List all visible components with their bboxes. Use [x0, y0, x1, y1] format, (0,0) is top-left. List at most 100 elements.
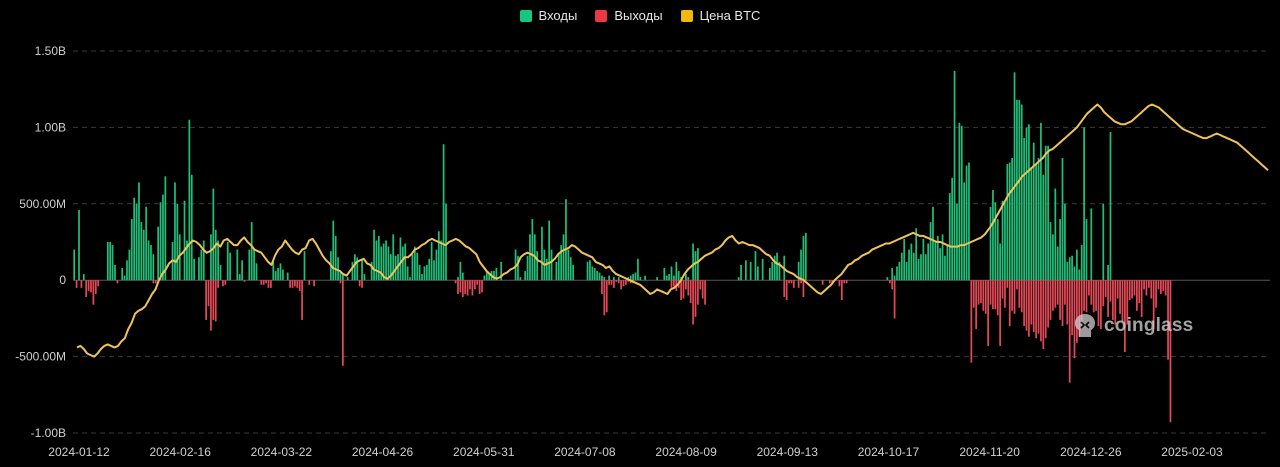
inflow-bar	[608, 275, 610, 281]
inflow-bar	[1078, 269, 1081, 281]
outflow-bar	[214, 280, 217, 322]
outflow-bar	[970, 280, 973, 363]
legend-label-btc-price: Цена BTC	[699, 8, 761, 23]
outflow-bar	[361, 280, 363, 288]
outflow-bar	[685, 280, 687, 290]
outflow-bar	[469, 280, 471, 290]
inflow-bar	[152, 254, 155, 281]
outflow-bar	[1157, 280, 1160, 290]
legend-item-inflows[interactable]: Входы	[519, 8, 577, 23]
inflow-bar	[176, 203, 179, 281]
inflow-bar	[159, 202, 162, 281]
inflow-bar	[111, 245, 114, 281]
outflow-bar	[454, 280, 457, 284]
outflow-bar	[680, 280, 682, 301]
outflow-bar	[265, 280, 267, 284]
outflow-bar	[975, 280, 978, 330]
inflow-bar	[202, 240, 205, 281]
outflow-bar	[704, 280, 706, 305]
outflow-bar	[1085, 280, 1088, 313]
inflow-bar	[960, 125, 963, 281]
y-axis-ticks: 1.50B 1.00B 500.00M 0 -500.00M -1.00B	[15, 44, 66, 440]
inflow-bar	[150, 245, 152, 281]
outflow-bar	[1147, 280, 1150, 288]
outflow-bar	[87, 280, 90, 291]
inflow-bar	[1011, 157, 1013, 281]
inflow-bar	[776, 252, 778, 281]
outflow-bar	[783, 280, 786, 298]
outflow-bar	[1037, 280, 1040, 334]
inflow-bar	[1035, 164, 1037, 281]
inflow-bar	[1076, 249, 1078, 281]
outflow-bar	[1143, 280, 1145, 290]
outflow-bar	[1145, 280, 1148, 296]
outflow-bar	[792, 280, 795, 288]
inflow-bar	[989, 206, 992, 281]
outflow-bar	[687, 280, 690, 296]
outflow-bar	[670, 280, 673, 288]
inflow-bar	[545, 258, 548, 281]
outflow-bar	[608, 280, 610, 285]
y-tick-label: 0	[59, 273, 66, 287]
outflow-bar	[1169, 280, 1172, 423]
legend-swatch-inflows	[519, 9, 532, 22]
outflow-bar	[1131, 280, 1133, 299]
outflow-bar	[1030, 280, 1033, 325]
outflow-bar	[457, 280, 459, 294]
inflow-bar	[198, 257, 200, 281]
inflow-bar	[272, 261, 275, 281]
outflow-bar	[601, 280, 603, 294]
inflow-bar	[589, 260, 591, 281]
legend-item-btc-price[interactable]: Цена BTC	[680, 8, 761, 23]
inflow-bar	[437, 231, 440, 281]
inflow-bar	[586, 261, 589, 281]
inflow-bar	[951, 177, 954, 281]
outflow-bar	[152, 280, 155, 284]
inflow-bar	[922, 238, 925, 281]
inflow-bar	[687, 277, 690, 281]
outflow-bar	[613, 280, 615, 288]
inflow-bar	[346, 277, 349, 281]
inflow-bar	[351, 261, 354, 281]
outflow-bar	[1164, 280, 1167, 296]
inflow-bar	[1054, 188, 1057, 281]
outflow-bar	[996, 280, 999, 316]
inflow-bar	[668, 274, 670, 281]
outflow-bar	[1044, 280, 1047, 339]
outflow-bar	[301, 280, 303, 320]
inflow-bar	[656, 277, 658, 281]
inflow-bar	[754, 251, 757, 281]
inflow-bar	[1109, 131, 1112, 281]
inflow-bar	[677, 271, 680, 281]
inflow-bar	[1080, 245, 1083, 281]
inflow-bar	[337, 257, 339, 281]
inflow-bar	[425, 264, 428, 281]
inflow-bar	[435, 249, 438, 281]
inflow-bar	[639, 277, 642, 281]
inflow-bar	[939, 248, 942, 281]
inflow-bar	[572, 264, 575, 281]
inflow-bar	[457, 277, 459, 281]
outflow-bar	[339, 280, 342, 284]
inflow-bar	[406, 266, 409, 281]
inflow-bar	[1008, 162, 1011, 281]
inflow-bar	[999, 243, 1001, 281]
inflow-bar	[946, 245, 949, 281]
outflow-bar	[622, 280, 625, 287]
legend-label-outflows: Выходы	[614, 8, 663, 23]
inflow-bar	[675, 261, 678, 281]
inflow-bar	[994, 202, 997, 281]
legend-item-outflows[interactable]: Выходы	[595, 8, 663, 23]
inflow-bar	[1047, 145, 1049, 281]
inflow-bar	[958, 122, 961, 281]
outflow-bar	[262, 280, 265, 285]
inflow-bar	[536, 251, 539, 281]
inflow-bar	[908, 249, 910, 281]
outflow-bar	[1088, 280, 1090, 296]
inflow-bar	[236, 249, 239, 281]
inflow-bar	[1006, 164, 1009, 281]
inflow-bar	[423, 266, 426, 281]
outflow-bar	[1090, 280, 1093, 305]
inflow-bar	[109, 242, 112, 281]
outflow-bar	[1138, 280, 1141, 304]
